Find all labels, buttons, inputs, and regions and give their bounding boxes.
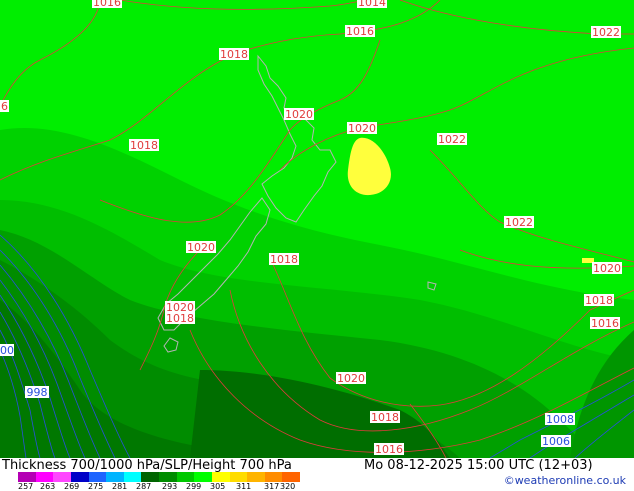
isohypse-label: 00 — [0, 344, 14, 357]
svg-text:1020: 1020 — [337, 372, 365, 385]
svg-text:1018: 1018 — [371, 411, 399, 424]
svg-text:1020: 1020 — [187, 241, 215, 254]
isobar-label: 1016 — [374, 443, 404, 456]
isobar-label: 1018 — [584, 294, 614, 307]
scale-swatch — [141, 472, 159, 482]
isobar-label: 1022 — [437, 133, 467, 146]
isohypse-label: 1008 — [545, 413, 575, 426]
isobar-label: 1018 — [129, 139, 159, 152]
isobar-label: 1022 — [591, 26, 621, 39]
scale-swatch — [247, 472, 265, 482]
scale-swatch — [194, 472, 212, 482]
svg-text:1006: 1006 — [542, 435, 570, 448]
scale-swatch — [35, 472, 54, 482]
scale-swatch — [229, 472, 248, 482]
svg-text:1008: 1008 — [546, 413, 574, 426]
scale-swatch — [264, 472, 283, 482]
svg-text:1022: 1022 — [438, 133, 466, 146]
svg-text:1020: 1020 — [348, 122, 376, 135]
isobar-label: 1020 — [347, 122, 377, 135]
isobar-label: 1018 — [370, 411, 400, 424]
scale-swatch — [123, 472, 142, 482]
map-footer: Thickness 700/1000 hPa/SLP/Height 700 hP… — [0, 458, 634, 491]
scale-swatch — [106, 472, 124, 482]
svg-text:00: 00 — [0, 344, 14, 357]
scale-swatch — [282, 472, 300, 482]
map-title: Thickness 700/1000 hPa/SLP/Height 700 hP… — [2, 458, 292, 473]
svg-text:1016: 1016 — [375, 443, 403, 456]
svg-text:998: 998 — [27, 386, 48, 399]
isobar-label: 1018 — [269, 253, 299, 266]
credit-link[interactable]: ©weatheronline.co.uk — [504, 474, 626, 487]
scale-swatch — [53, 472, 71, 482]
isobar-label: 1018 — [219, 48, 249, 61]
valid-time: Mo 08-12-2025 15:00 UTC (12+03) — [364, 458, 593, 473]
isobar-label: 1020 — [336, 372, 366, 385]
svg-text:1018: 1018 — [270, 253, 298, 266]
scale-swatch — [88, 472, 107, 482]
isobar-label: 1018 — [165, 312, 195, 325]
weather-map: 1016 1014 1016 1022 1018 1020 1018 1020 — [0, 0, 634, 458]
isobar-label: 6 — [0, 100, 9, 113]
isobar-label: 1014 — [357, 0, 387, 9]
isobar-label: 1022 — [504, 216, 534, 229]
svg-text:1016: 1016 — [346, 25, 374, 38]
svg-text:1020: 1020 — [285, 108, 313, 121]
svg-text:6: 6 — [1, 100, 8, 113]
svg-text:1016: 1016 — [93, 0, 121, 9]
svg-text:1020: 1020 — [593, 262, 621, 275]
isobar-label: 1020 — [284, 108, 314, 121]
isohypse-label: 1006 — [541, 435, 571, 448]
svg-text:1018: 1018 — [220, 48, 248, 61]
isobar-label: 1016 — [345, 25, 375, 38]
svg-text:1018: 1018 — [585, 294, 613, 307]
isobar-label: 1016 — [92, 0, 122, 9]
isobar-label: 1016 — [590, 317, 620, 330]
svg-text:1018: 1018 — [166, 312, 194, 325]
svg-text:1022: 1022 — [592, 26, 620, 39]
scale-swatch — [159, 472, 177, 482]
svg-text:1022: 1022 — [505, 216, 533, 229]
scale-swatch — [211, 472, 230, 482]
svg-text:1016: 1016 — [591, 317, 619, 330]
svg-text:1014: 1014 — [358, 0, 386, 9]
scale-swatch — [176, 472, 195, 482]
isobar-label: 1020 — [186, 241, 216, 254]
scale-tick-labels: 257 263 269 275 281 287 293 299 305 311 317 320 — [18, 482, 318, 491]
scale-swatch — [70, 472, 89, 482]
isohypse-label: 998 — [25, 386, 49, 399]
svg-text:1018: 1018 — [130, 139, 158, 152]
isobar-label: 1020 — [592, 262, 622, 275]
thickness-color-scale — [18, 472, 300, 482]
scale-swatch — [18, 472, 36, 482]
